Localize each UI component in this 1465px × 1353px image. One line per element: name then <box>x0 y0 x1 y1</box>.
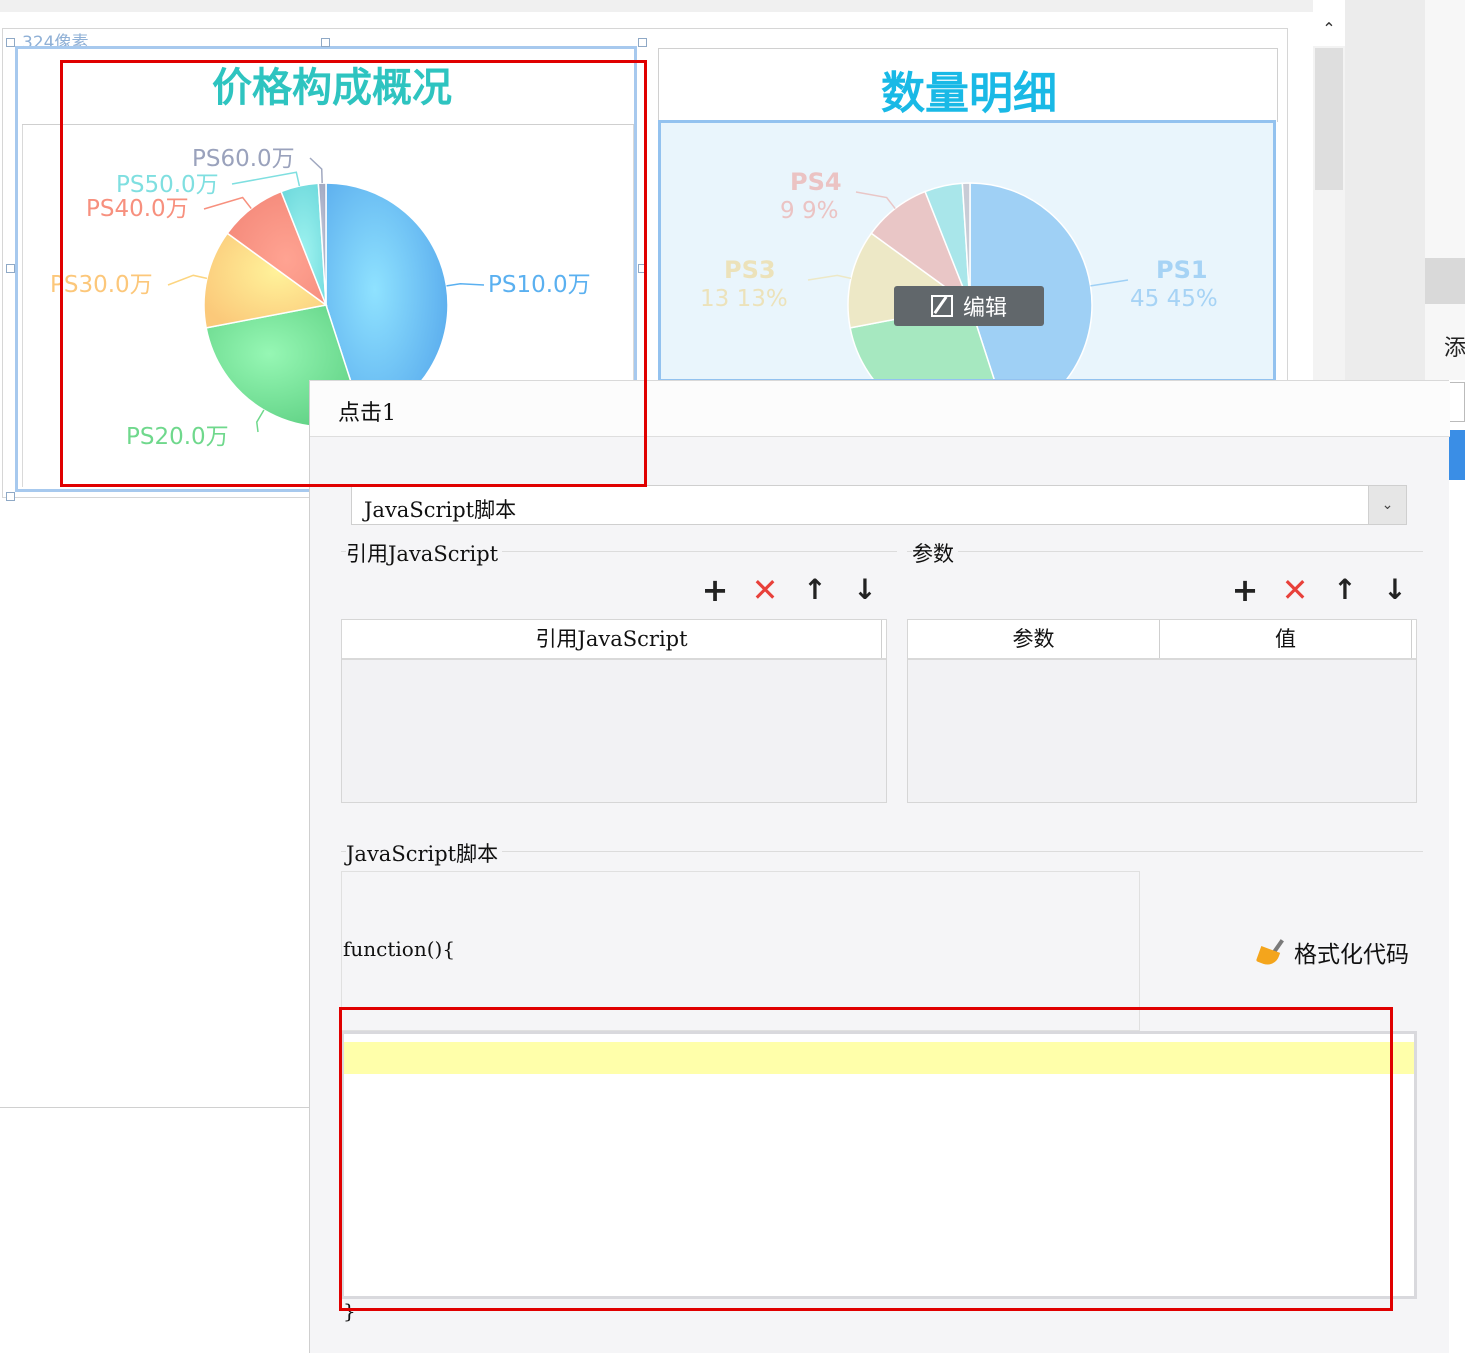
scrollbar-thumb[interactable] <box>1315 48 1343 190</box>
scroll-up-icon[interactable]: ⌃ <box>1313 12 1345 46</box>
right-panel-input[interactable] <box>1448 382 1465 422</box>
script-legend: JavaScript脚本 <box>346 838 503 868</box>
pie-slice-ps1[interactable] <box>969 182 1093 382</box>
params-table[interactable]: 参数 值 <box>907 619 1417 803</box>
plus-icon[interactable]: + <box>698 573 732 607</box>
params-legend: 参数 <box>912 538 958 568</box>
ref-js-legend: 引用JavaScript <box>346 538 503 568</box>
plus-icon[interactable]: + <box>1228 573 1262 607</box>
pie-label-name: PS3 <box>724 256 776 284</box>
highlight-box <box>60 60 647 487</box>
broom-icon <box>1255 937 1286 968</box>
right-panel-glyph: 添 <box>1444 336 1465 361</box>
chart-widget-quantity[interactable]: PS1 45 45% PS3 13 13% PS4 9 9% <box>658 120 1276 382</box>
pie-label-value: 13 13% <box>700 286 788 312</box>
edit-button[interactable]: 编辑 <box>894 286 1044 326</box>
pie-leader-line <box>807 274 852 281</box>
highlight-box <box>339 1007 1393 1311</box>
code-start: function(){ <box>343 937 456 961</box>
right-panel <box>1345 0 1465 380</box>
right-panel-tab[interactable] <box>1425 258 1465 304</box>
arrow-up-icon[interactable]: ↑ <box>1328 573 1362 607</box>
column-header[interactable]: 引用JavaScript <box>342 620 882 658</box>
pie-label-name: PS4 <box>790 168 842 196</box>
format-code-label: 格式化代码 <box>1294 942 1409 968</box>
type-select-value: JavaScript脚本 <box>364 498 517 522</box>
pie-label-value: 45 45% <box>1130 286 1218 312</box>
pie-chart-quantity: PS1 45 45% PS3 13 13% PS4 9 9% <box>700 168 1218 382</box>
arrow-up-icon[interactable]: ↑ <box>798 573 832 607</box>
pie-slices <box>847 182 1093 382</box>
column-header[interactable]: 值 <box>1160 620 1412 658</box>
widget-title: 数量明细 <box>881 68 1057 119</box>
fieldset-border <box>341 851 1423 852</box>
pie-label-name: PS1 <box>1156 256 1208 284</box>
chevron-down-icon[interactable]: ⌄ <box>1368 486 1406 524</box>
edit-label: 编辑 <box>962 296 1007 321</box>
delete-icon[interactable]: ✕ <box>1278 573 1312 607</box>
pie-leader-line <box>855 191 896 210</box>
pie-leader-line <box>1090 279 1129 287</box>
ref-js-table[interactable]: 引用JavaScript <box>341 619 887 803</box>
arrow-down-icon[interactable]: ↓ <box>1378 573 1412 607</box>
type-select[interactable]: JavaScript脚本 ⌄ <box>351 485 1407 525</box>
chart-widget-quantity-title: 数量明细 <box>658 48 1278 122</box>
right-panel-button[interactable] <box>1448 430 1465 480</box>
column-header[interactable]: 参数 <box>908 620 1160 658</box>
table-header: 引用JavaScript <box>342 620 886 660</box>
delete-icon[interactable]: ✕ <box>748 573 782 607</box>
fieldset-border <box>907 551 1423 552</box>
pie-label-value: 9 9% <box>780 198 838 224</box>
arrow-down-icon[interactable]: ↓ <box>848 573 882 607</box>
edit-icon <box>930 295 953 317</box>
format-code-button[interactable]: 格式化代码 <box>1255 935 1409 969</box>
table-header: 参数 值 <box>908 620 1416 660</box>
